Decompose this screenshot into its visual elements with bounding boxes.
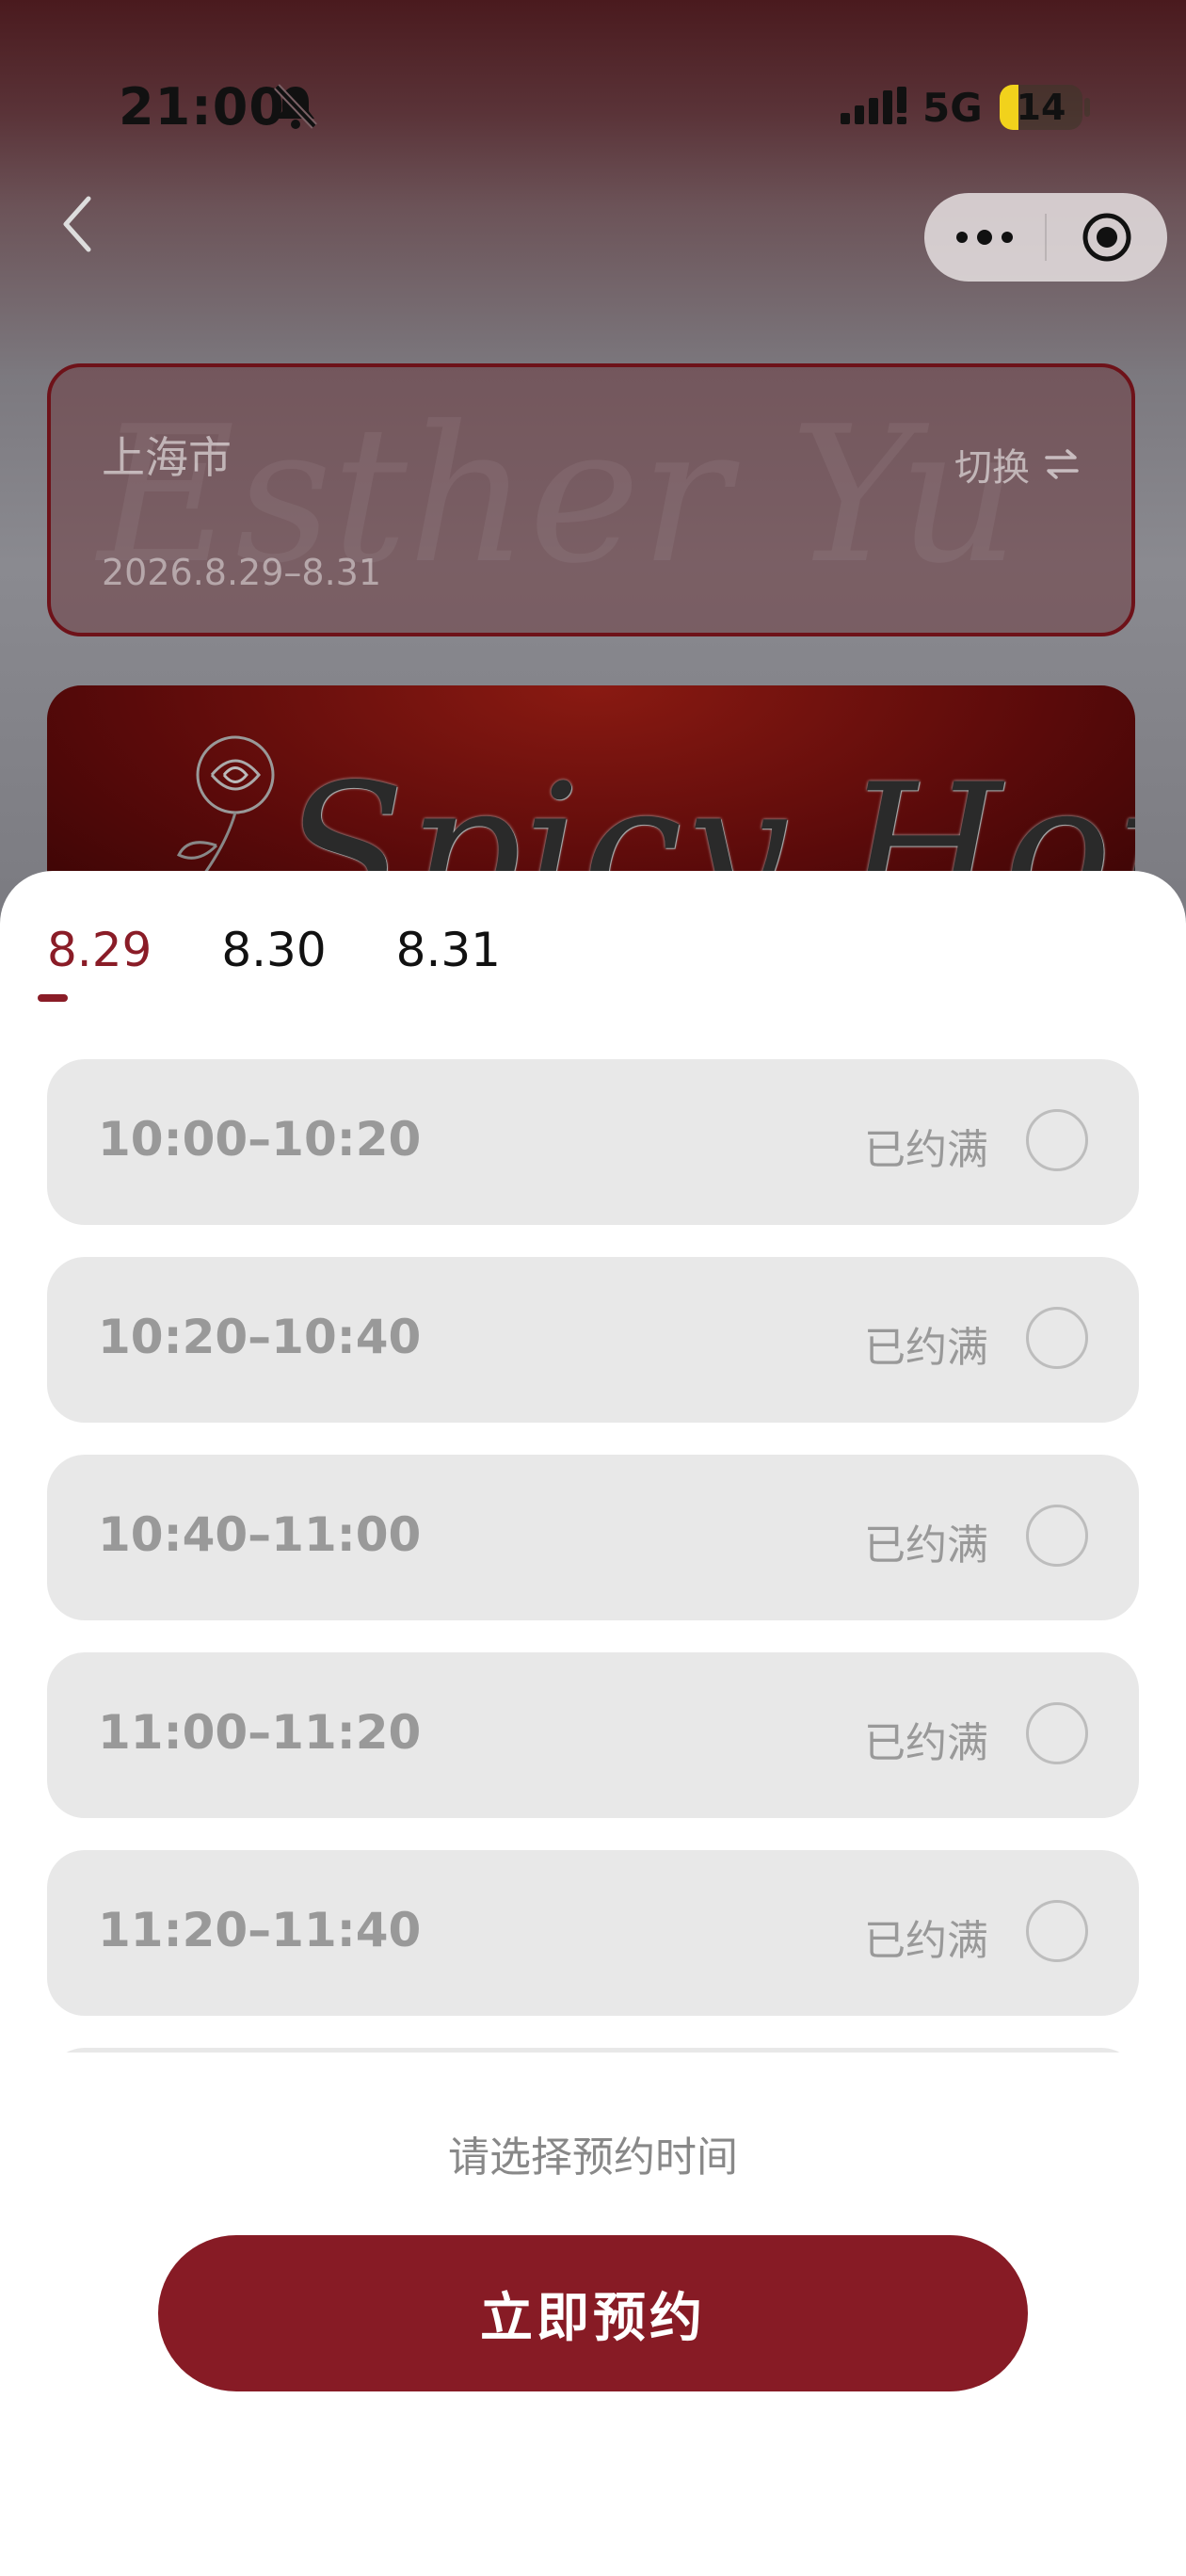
date-tabs: 8.29 8.30 8.31 <box>47 923 570 977</box>
slot-status: 已约满 <box>864 1917 988 1965</box>
radio-icon[interactable] <box>1026 1505 1088 1567</box>
more-dots-icon[interactable] <box>924 193 1045 282</box>
slot-time: 11:20–11:40 <box>98 1903 422 1957</box>
radio-icon[interactable] <box>1026 1900 1088 1962</box>
dot <box>956 232 968 243</box>
signal-icon <box>841 87 906 124</box>
status-time: 21:00 <box>119 77 285 137</box>
mini-program-capsule <box>924 193 1167 282</box>
slot-status: 已约满 <box>864 1521 988 1570</box>
select-time-hint: 请选择预约时间 <box>448 2133 738 2182</box>
city-name: 上海市 <box>102 432 232 483</box>
city-card[interactable]: Esther Yu 上海市 2026.8.29–8.31 切换 <box>47 363 1135 636</box>
back-chevron-icon[interactable] <box>58 193 96 255</box>
radio-icon[interactable] <box>1026 1702 1088 1764</box>
time-slot[interactable]: 11:00–11:20 已约满 <box>47 1652 1139 1818</box>
slot-status: 已约满 <box>864 1126 988 1174</box>
battery-tip <box>1084 98 1090 117</box>
time-slot[interactable]: 10:20–10:40 已约满 <box>47 1257 1139 1423</box>
city-dates: 2026.8.29–8.31 <box>102 552 382 593</box>
dot <box>1002 232 1013 243</box>
target-circle-icon <box>1082 213 1131 262</box>
book-now-button[interactable]: 立即预约 <box>158 2235 1028 2391</box>
time-slot[interactable]: 10:40–11:00 已约满 <box>47 1455 1139 1620</box>
battery-percent: 14 <box>1016 87 1066 128</box>
slot-time: 10:40–11:00 <box>98 1507 422 1562</box>
date-tab[interactable]: 8.30 <box>221 923 326 977</box>
time-slot-partial[interactable] <box>47 2048 1139 2053</box>
radio-icon[interactable] <box>1026 1109 1088 1171</box>
slot-status: 已约满 <box>864 1719 988 1767</box>
radio-icon[interactable] <box>1026 1307 1088 1369</box>
network-type: 5G <box>922 85 983 131</box>
slot-status: 已约满 <box>864 1324 988 1372</box>
booking-sheet: 8.29 8.30 8.31 10:00–10:20 已约满 10:20–10:… <box>0 871 1186 2576</box>
switch-label: 切换 <box>954 446 1030 490</box>
time-slot[interactable]: 10:00–10:20 已约满 <box>47 1059 1139 1225</box>
bell-slash-icon <box>274 84 317 129</box>
target-icon[interactable] <box>1047 193 1167 282</box>
slot-time: 10:00–10:20 <box>98 1112 422 1167</box>
time-slot[interactable]: 11:20–11:40 已约满 <box>47 1850 1139 2016</box>
dot <box>977 230 992 245</box>
time-slot-list[interactable]: 10:00–10:20 已约满 10:20–10:40 已约满 10:40–11… <box>47 1059 1139 2053</box>
slot-time: 11:00–11:20 <box>98 1705 422 1760</box>
date-tab[interactable]: 8.29 <box>47 923 152 977</box>
switch-city-button[interactable]: 切换 <box>954 437 1081 491</box>
active-tab-indicator <box>38 994 68 1002</box>
swap-arrows-icon <box>1045 449 1079 479</box>
date-tab[interactable]: 8.31 <box>396 923 501 977</box>
battery-indicator: 14 <box>1000 85 1082 130</box>
slot-time: 10:20–10:40 <box>98 1310 422 1364</box>
